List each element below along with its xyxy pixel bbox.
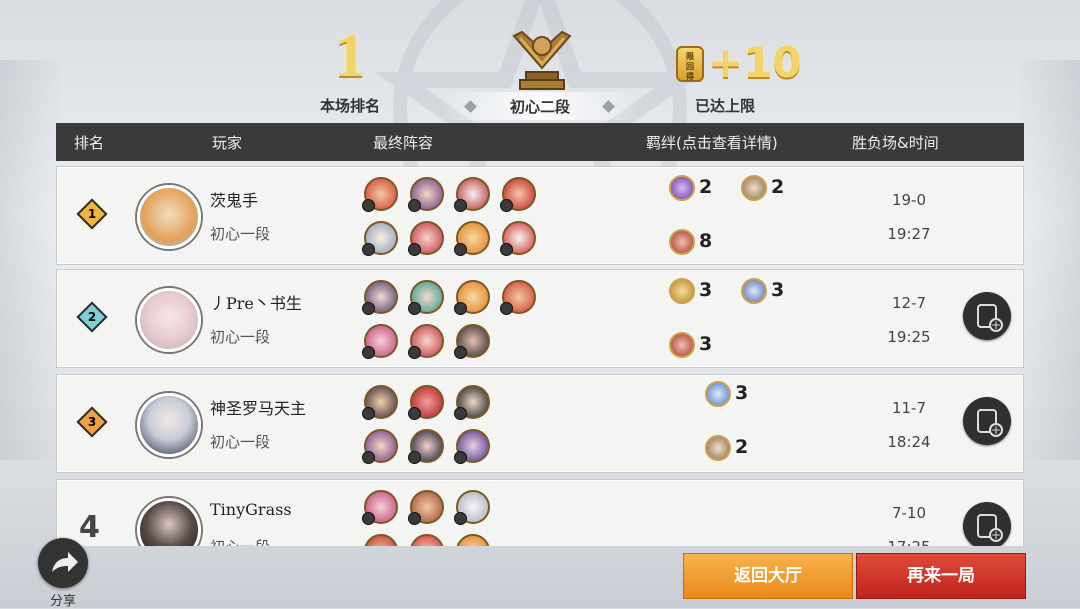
blue-mask-bond-icon (741, 278, 767, 304)
hero-icon[interactable] (408, 490, 444, 525)
player-name: TinyGrass (210, 500, 292, 519)
player-tier: 初心一段 (210, 433, 271, 451)
avatar[interactable] (137, 288, 201, 352)
red-claw-bond-icon (669, 229, 695, 255)
hero-icon[interactable] (362, 385, 398, 420)
win-loss: 7-10 (891, 504, 927, 522)
hero-icon[interactable] (362, 221, 398, 256)
coin-gain: +10 (708, 38, 802, 87)
share-arrow-icon (52, 552, 78, 572)
hero-icon[interactable] (454, 280, 490, 315)
player-tier: 初心一段 (210, 225, 271, 243)
add-friend-button[interactable]: + (963, 292, 1011, 340)
hero-icon[interactable] (500, 280, 536, 315)
ox-demon-bond-icon (741, 175, 767, 201)
hero-icon[interactable] (362, 429, 398, 464)
blue-swirl-bond-icon (705, 381, 731, 407)
match-time: 19:27 (887, 225, 931, 243)
hero-icon[interactable] (362, 177, 398, 212)
avatar[interactable] (137, 393, 201, 457)
hero-icon[interactable] (500, 221, 536, 256)
col-rank: 排名 (74, 134, 105, 152)
win-loss: 12-7 (891, 294, 927, 312)
hero-icon[interactable] (408, 221, 444, 256)
rank-badge: 1 (76, 198, 108, 230)
hero-icon[interactable] (454, 177, 490, 212)
player-name: 茨鬼手 (210, 191, 259, 210)
win-loss: 19-0 (891, 191, 927, 209)
col-bonds: 羁绊(点击查看详情) (646, 134, 778, 152)
hero-icon[interactable] (408, 429, 444, 464)
player-row[interactable]: 2 丿Pre丶书生 初心一段 3 3 3 12-7 19:25 + (56, 269, 1024, 368)
match-time: 17:25 (869, 538, 949, 546)
tier-trophy-icon (512, 30, 572, 90)
hero-icon[interactable] (408, 280, 444, 315)
rank-badge: 3 (76, 406, 108, 438)
hero-icon[interactable] (454, 324, 490, 359)
hero-icon[interactable] (410, 534, 444, 546)
bond-count: 2 (735, 436, 749, 458)
hero-icon[interactable] (362, 324, 398, 359)
match-rank-caption: 本场排名 (319, 97, 380, 115)
hero-icon[interactable] (456, 534, 490, 546)
bond-count: 8 (699, 230, 713, 252)
bond-count: 3 (735, 382, 749, 404)
bond-count: 3 (699, 279, 713, 301)
add-friend-button[interactable]: + (963, 397, 1011, 445)
coin-text: 限 回 得 (686, 52, 694, 81)
coin-icon: 限 回 得 (676, 46, 704, 82)
hero-icon[interactable] (408, 177, 444, 212)
hero-icon[interactable] (408, 324, 444, 359)
player-row[interactable]: 4 TinyGrass 初心一段 7-10 17:25 + (56, 479, 1024, 546)
return-lobby-button[interactable]: 返回大厅 (683, 553, 853, 599)
match-time: 18:24 (887, 433, 931, 451)
bond-count: 2 (699, 176, 713, 198)
ox-demon-bond-icon (705, 435, 731, 461)
player-tier: 初心一段 (210, 328, 271, 346)
hero-icon[interactable] (454, 490, 490, 525)
results-list[interactable]: 1 茨鬼手 初心一段 2 2 8 19-0 19:27 2 丿Pre丶书生 初心… (56, 161, 1024, 546)
red-claw-bond-icon (669, 332, 695, 358)
coin-limit-caption: 已达上限 (694, 97, 755, 115)
col-record: 胜负场&时间 (852, 134, 939, 152)
bond-count: 3 (771, 279, 785, 301)
hero-icon[interactable] (454, 221, 490, 256)
hero-icon[interactable] (362, 490, 398, 525)
player-name: 丿Pre丶书生 (210, 294, 302, 313)
rank-badge: 2 (76, 301, 108, 333)
hero-icon[interactable] (454, 385, 490, 420)
match-time: 19:25 (887, 328, 931, 346)
share-button[interactable] (38, 538, 88, 588)
hero-icon[interactable] (454, 429, 490, 464)
add-friend-button[interactable]: + (963, 502, 1011, 546)
hero-icon[interactable] (364, 534, 398, 546)
match-summary: 1 本场排名 初心二段 限 回 得 +10 已达上限 (0, 0, 1080, 122)
share-label: 分享 (49, 594, 76, 609)
hero-icon[interactable] (500, 177, 536, 212)
col-player: 玩家 (212, 134, 243, 152)
avatar[interactable] (137, 498, 201, 546)
player-row[interactable]: 1 茨鬼手 初心一段 2 2 8 19-0 19:27 (56, 166, 1024, 265)
tier-label: 初心二段 (509, 98, 570, 116)
purple-flame-bond-icon (669, 175, 695, 201)
hero-icon[interactable] (362, 280, 398, 315)
hero-icon[interactable] (408, 385, 444, 420)
avatar[interactable] (137, 185, 201, 249)
play-again-button[interactable]: 再来一局 (856, 553, 1026, 599)
win-loss: 11-7 (891, 399, 927, 417)
player-row[interactable]: 3 神圣罗马天主 初心一段 3 2 11-7 18:24 + (56, 374, 1024, 473)
col-lineup: 最终阵容 (373, 134, 434, 152)
player-name: 神圣罗马天主 (210, 399, 307, 418)
gold-coin-bond-icon (669, 278, 695, 304)
match-rank-number: 1 (334, 22, 366, 90)
bond-count: 3 (699, 333, 713, 355)
bond-count: 2 (771, 176, 785, 198)
player-tier: 初心一段 (210, 536, 270, 546)
results-table-header: 排名 玩家 最终阵容 羁绊(点击查看详情) 胜负场&时间 (56, 123, 1024, 161)
